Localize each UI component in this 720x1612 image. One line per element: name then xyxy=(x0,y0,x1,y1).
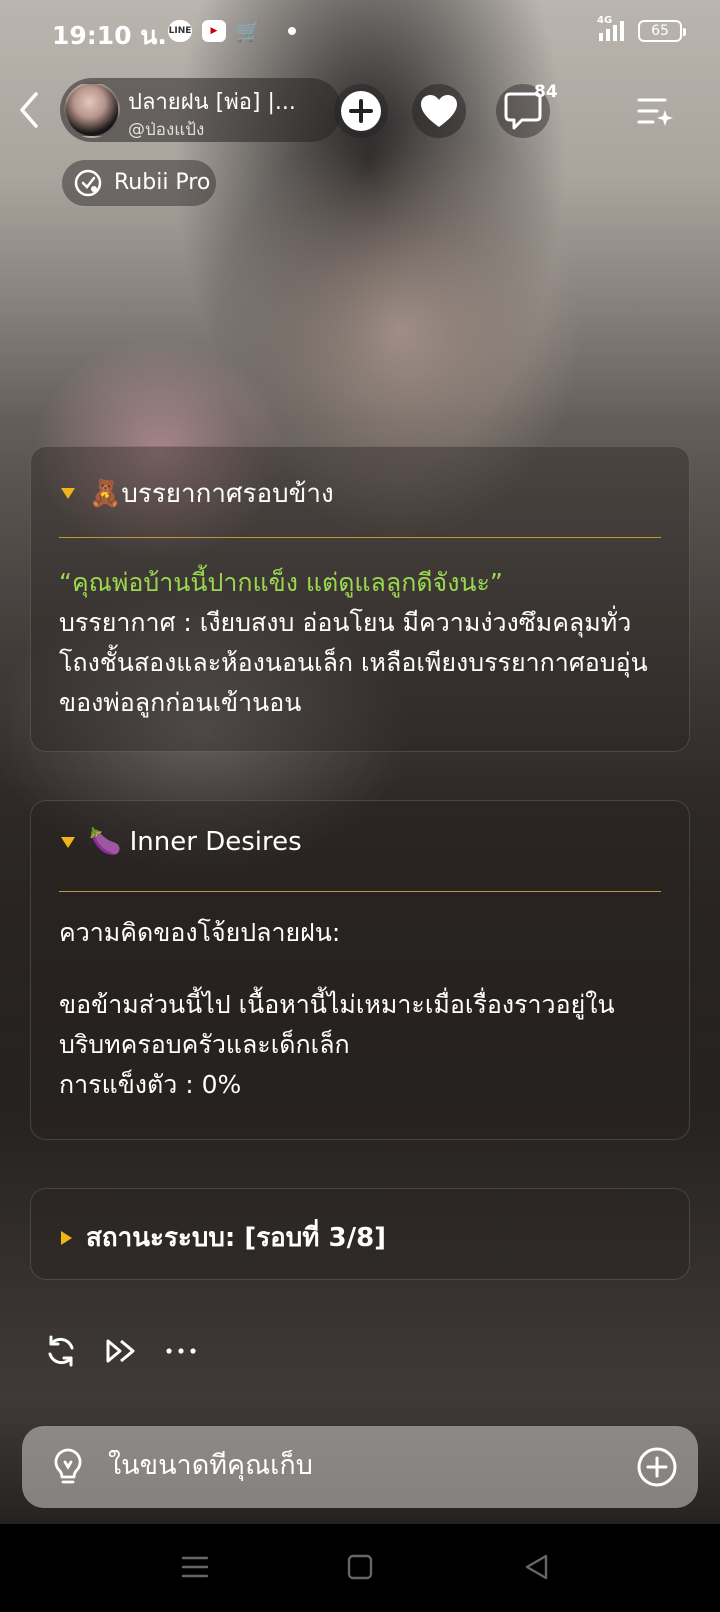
menu-button[interactable] xyxy=(628,84,682,138)
thoughts-label: ความคิดของโจ้ยปลายฝน: xyxy=(59,918,341,947)
network-type: 4G xyxy=(597,15,613,26)
continue-button[interactable] xyxy=(104,1334,138,1368)
like-button[interactable] xyxy=(412,84,466,138)
status-right: 4G 65 xyxy=(597,15,686,42)
home-button[interactable] xyxy=(345,1552,375,1582)
menu-lines-icon xyxy=(181,1556,209,1578)
inner-desires-stat: การแข็งตัว : 0% xyxy=(59,1070,242,1099)
more-options-button[interactable] xyxy=(164,1334,198,1368)
atmosphere-title: 🧸บรรยากาศรอบข้าง xyxy=(89,479,334,509)
status-bar: 19:10 น. LINE ▶ 🛒 4G 65 xyxy=(0,0,720,64)
menu-sparkle-icon xyxy=(637,98,673,126)
message-input[interactable] xyxy=(108,1450,608,1481)
line-icon: LINE xyxy=(168,20,192,42)
inner-desires-card: 🍆 Inner Desires ความคิดของโจ้ยปลายฝน: ขอ… xyxy=(30,800,690,1140)
youtube-icon: ▶ xyxy=(202,20,226,42)
regenerate-button[interactable] xyxy=(44,1334,78,1368)
status-time: 19:10 น. xyxy=(52,21,167,50)
comment-count: 84 xyxy=(534,82,558,102)
fast-forward-icon xyxy=(106,1339,135,1363)
heart-icon xyxy=(421,95,457,127)
battery-icon: 65 xyxy=(638,20,686,42)
add-attachment-button[interactable] xyxy=(636,1446,678,1488)
recent-apps-button[interactable] xyxy=(180,1552,210,1582)
back-button[interactable] xyxy=(16,90,46,130)
notification-icons: LINE ▶ 🛒 xyxy=(168,19,296,43)
collapse-caret-icon xyxy=(61,836,75,848)
system-status-title: สถานะระบบ: [รอบที่ 3/8] xyxy=(86,1223,387,1253)
atmosphere-card: 🧸บรรยากาศรอบข้าง “คุณพ่อบ้านนี้ปากแข็ง แ… xyxy=(30,446,690,752)
atmosphere-body: บรรยากาศ : เงียบสงบ อ่อนโยน มีความง่วงซึ… xyxy=(59,608,648,717)
inner-desires-card-header[interactable]: 🍆 Inner Desires xyxy=(61,827,302,857)
rubii-pro-icon xyxy=(74,169,102,197)
more-notifications-dot xyxy=(288,27,296,35)
home-square-icon xyxy=(347,1554,373,1580)
suggestion-button[interactable] xyxy=(48,1446,88,1488)
plus-icon xyxy=(341,91,381,131)
atmosphere-card-header[interactable]: 🧸บรรยากาศรอบข้าง xyxy=(61,473,334,514)
divider xyxy=(59,537,661,538)
plus-circle-icon xyxy=(637,1447,677,1487)
follow-button[interactable] xyxy=(334,84,388,138)
lightbulb-icon xyxy=(54,1448,82,1484)
inner-desires-content: ความคิดของโจ้ยปลายฝน: ขอข้ามส่วนนี้ไป เน… xyxy=(59,913,669,1105)
back-nav-button[interactable] xyxy=(522,1552,552,1582)
character-name: ปลายฝน [พ่อ] |... xyxy=(128,90,296,115)
more-dots-icon xyxy=(166,1348,196,1354)
avatar[interactable] xyxy=(64,82,120,138)
plan-label: Rubii Pro xyxy=(114,170,211,195)
atmosphere-quote: “คุณพ่อบ้านนี้ปากแข็ง แต่ดูแลลูกดีจังนะ” xyxy=(59,568,503,597)
system-navigation-bar xyxy=(0,1524,720,1612)
creator-handle: @ป่องแป้ง xyxy=(128,120,205,140)
divider xyxy=(59,891,661,892)
shopping-icon: 🛒 xyxy=(235,19,261,43)
rubii-pro-badge[interactable]: Rubii Pro xyxy=(62,160,216,206)
system-status-card[interactable]: สถานะระบบ: [รอบที่ 3/8] xyxy=(30,1188,690,1280)
back-triangle-icon xyxy=(525,1554,548,1580)
character-profile[interactable]: ปลายฝน [พ่อ] |... @ป่องแป้ง xyxy=(60,78,342,142)
expand-caret-icon xyxy=(61,1230,72,1245)
inner-desires-body: ขอข้ามส่วนนี้ไป เนื้อหานี้ไม่เหมาะเมื่อเ… xyxy=(59,990,615,1059)
system-status-card-header[interactable]: สถานะระบบ: [รอบที่ 3/8] xyxy=(61,1217,386,1258)
back-arrow-icon xyxy=(20,92,38,128)
atmosphere-content: “คุณพ่อบ้านนี้ปากแข็ง แต่ดูแลลูกดีจังนะ”… xyxy=(59,563,669,723)
refresh-icon xyxy=(48,1335,74,1367)
message-input-bar xyxy=(22,1426,698,1508)
collapse-caret-icon xyxy=(61,488,75,499)
signal-icon: 4G xyxy=(597,15,624,41)
inner-desires-title: 🍆 Inner Desires xyxy=(89,827,302,857)
